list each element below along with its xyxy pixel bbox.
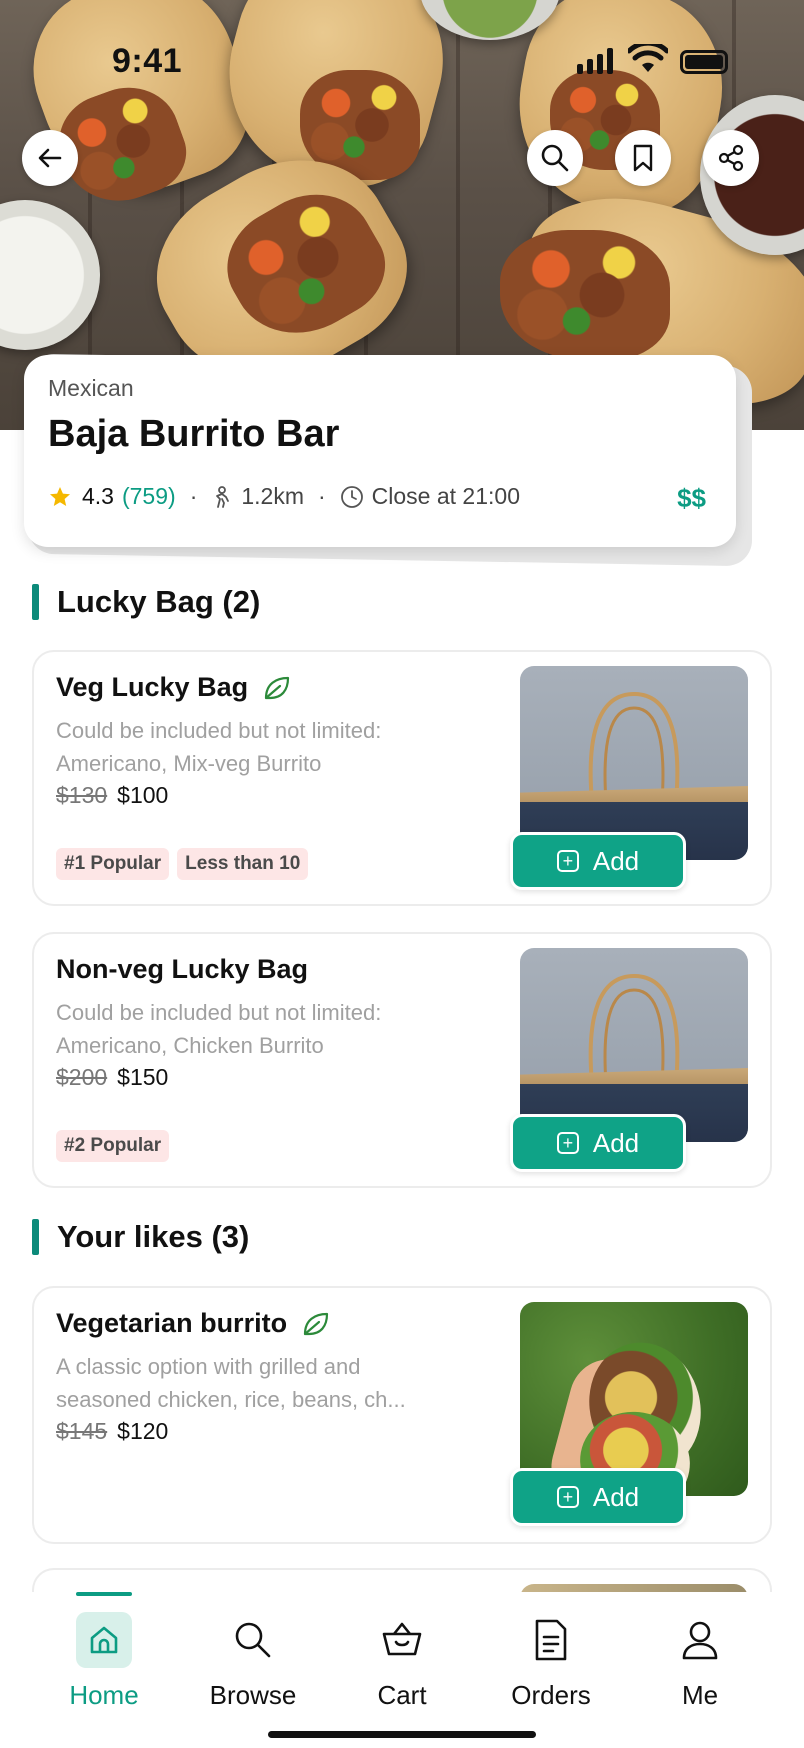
menu-item-name-row: Veg Lucky Bag xyxy=(56,672,292,703)
plus-square-icon: + xyxy=(556,1132,579,1154)
home-icon xyxy=(90,1626,118,1654)
section-accent-bar xyxy=(32,584,39,620)
receipt-icon xyxy=(535,1619,567,1661)
description-line: seasoned chicken, rice, beans, ch... xyxy=(56,1387,406,1412)
tab-cart[interactable]: Cart xyxy=(332,1612,472,1711)
back-button[interactable] xyxy=(22,130,78,186)
closing-time: Close at 21:00 xyxy=(371,483,520,509)
search-icon xyxy=(235,1622,271,1658)
cuisine-label: Mexican xyxy=(48,375,134,401)
tag-list: #2 Popular xyxy=(56,1130,170,1162)
add-button[interactable]: + Add xyxy=(510,1468,686,1526)
tab-label: Cart xyxy=(377,1680,427,1710)
clock-icon xyxy=(340,485,363,508)
add-button-label: Add xyxy=(592,845,640,876)
original-price: $130 xyxy=(56,782,108,808)
section-heading: Your likes (3) xyxy=(57,1219,250,1254)
add-button-label: Add xyxy=(592,1127,640,1158)
search-button[interactable] xyxy=(527,130,583,186)
battery-icon xyxy=(680,50,728,74)
description-line: Americano, Mix-veg Burrito xyxy=(56,751,322,776)
menu-item-name-row: Non-veg Lucky Bag xyxy=(56,954,308,985)
tab-me[interactable]: Me xyxy=(630,1612,770,1711)
menu-item-price: $145 $120 xyxy=(56,1418,168,1445)
burrito-image xyxy=(520,1302,748,1496)
menu-item-name: Non-veg Lucky Bag xyxy=(56,954,309,984)
tab-orders[interactable]: Orders xyxy=(481,1612,621,1711)
plus-square-icon: + xyxy=(556,850,579,872)
menu-item-description: A classic option with grilled and season… xyxy=(56,1350,456,1416)
distance-value: 1.2km xyxy=(241,483,304,509)
lucky-bag-image xyxy=(520,666,748,860)
user-icon xyxy=(682,1621,718,1660)
rating-count[interactable]: (759) xyxy=(122,483,176,510)
section-heading: Lucky Bag (2) xyxy=(57,584,261,619)
bookmark-icon xyxy=(633,144,653,172)
menu-item-description: Could be included but not limited: Ameri… xyxy=(56,714,456,780)
bag-handle-graphic xyxy=(588,974,680,1085)
wifi-icon xyxy=(628,44,668,72)
add-button[interactable]: + Add xyxy=(510,1114,686,1172)
stock-badge: Less than 10 xyxy=(177,848,309,880)
status-bar: 9:41 xyxy=(0,0,804,120)
bag-handle-graphic xyxy=(588,692,680,803)
description-line: Americano, Chicken Burrito xyxy=(56,1033,324,1058)
discount-price: $120 xyxy=(117,1418,169,1444)
status-time: 9:41 xyxy=(112,42,183,80)
discount-price: $100 xyxy=(117,782,169,808)
tab-label: Me xyxy=(681,1680,719,1710)
basket-icon xyxy=(382,1622,422,1656)
add-button-label: Add xyxy=(592,1481,640,1512)
rating-value: 4.3 xyxy=(82,483,114,509)
popular-badge: #1 Popular xyxy=(56,848,170,880)
section-title-lucky-bag: Lucky Bag (2) xyxy=(32,584,260,620)
leaf-icon xyxy=(303,1312,329,1335)
price-level: $$ xyxy=(677,483,706,513)
description-line: Could be included but not limited: xyxy=(56,718,382,743)
menu-item-description: Could be included but not limited: Ameri… xyxy=(56,996,456,1062)
search-icon xyxy=(541,144,569,172)
share-icon xyxy=(718,144,744,172)
lucky-bag-image xyxy=(520,948,748,1142)
tab-label: Orders xyxy=(511,1680,591,1710)
menu-item-name-row: Vegetarian burrito xyxy=(56,1308,331,1339)
star-icon xyxy=(50,486,70,506)
tab-label: Browse xyxy=(209,1680,297,1710)
arrow-left-icon xyxy=(38,148,62,168)
tab-label: Home xyxy=(69,1680,139,1710)
home-indicator xyxy=(268,1731,536,1738)
cellular-signal-icon xyxy=(577,48,613,74)
menu-item-name: Veg Lucky Bag xyxy=(56,672,249,702)
tag-list: #1 Popular Less than 10 xyxy=(56,848,309,880)
walk-icon xyxy=(216,485,230,508)
discount-price: $150 xyxy=(117,1064,169,1090)
menu-item-price: $200 $150 xyxy=(56,1064,168,1091)
share-button[interactable] xyxy=(703,130,759,186)
tab-browse[interactable]: Browse xyxy=(183,1612,323,1711)
separator-dot: · xyxy=(189,483,198,509)
active-tab-indicator xyxy=(76,1592,132,1596)
popular-badge: #2 Popular xyxy=(56,1130,170,1162)
description-line: Could be included but not limited: xyxy=(56,1000,382,1025)
restaurant-info-card: Mexican Baja Burrito Bar 4.3 (759) · 1.2… xyxy=(24,355,736,547)
bookmark-button[interactable] xyxy=(615,130,671,186)
original-price: $200 xyxy=(56,1064,108,1090)
section-title-your-likes: Your likes (3) xyxy=(32,1219,249,1255)
bottom-tab-bar: Home Browse Cart Orders Me xyxy=(0,1592,804,1748)
leaf-icon xyxy=(264,676,290,699)
description-line: A classic option with grilled and xyxy=(56,1354,361,1379)
restaurant-name: Baja Burrito Bar xyxy=(48,413,340,455)
tab-home[interactable]: Home xyxy=(34,1612,174,1711)
restaurant-meta: 4.3 (759) · 1.2km · Close at 21:00 xyxy=(48,483,520,510)
separator-dot: · xyxy=(318,483,326,509)
add-button[interactable]: + Add xyxy=(510,832,686,890)
menu-item-name: Vegetarian burrito xyxy=(56,1308,288,1338)
original-price: $145 xyxy=(56,1418,108,1444)
section-accent-bar xyxy=(32,1219,39,1255)
menu-item-price: $130 $100 xyxy=(56,782,168,809)
plus-square-icon: + xyxy=(556,1486,579,1508)
